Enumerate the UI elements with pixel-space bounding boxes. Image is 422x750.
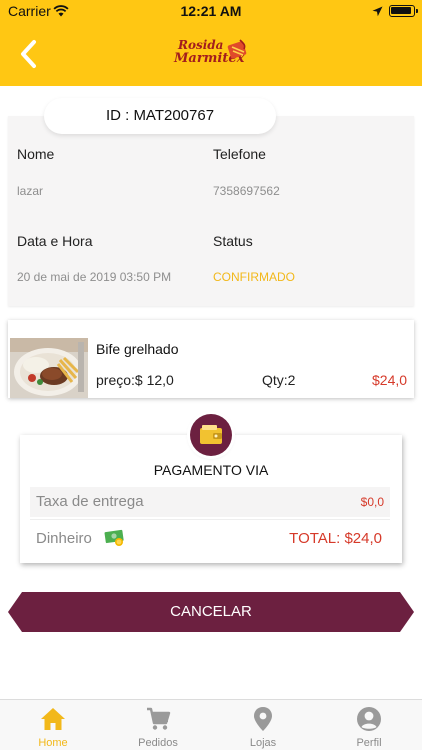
location-pin-icon: [254, 707, 272, 731]
tab-perfil-label: Perfil: [356, 737, 382, 749]
name-label: Nome: [17, 146, 55, 162]
user-icon: [357, 707, 381, 731]
home-icon: [41, 708, 65, 730]
item-quantity: Qty:2: [262, 372, 296, 388]
tab-lojas[interactable]: Lojas: [221, 700, 305, 750]
battery-icon: [389, 5, 418, 17]
logo-text-line1: Rosida: [178, 38, 224, 52]
order-id: ID : MAT200767: [44, 98, 276, 134]
tab-lojas-label: Lojas: [249, 737, 277, 749]
cart-icon: [147, 707, 171, 730]
tab-perfil[interactable]: Perfil: [327, 700, 411, 750]
name-value: lazar: [17, 184, 44, 198]
location-arrow-icon: [372, 4, 383, 22]
clock: 12:21 AM: [180, 3, 242, 19]
item-name: Bife grelhado: [96, 341, 179, 357]
payment-title: PAGAMENTO VIA: [153, 462, 269, 478]
datetime-value: 20 de mai de 2019 03:50 PM: [17, 270, 172, 284]
payment-icon-badge: [190, 414, 232, 456]
cancel-button[interactable]: CANCELAR: [8, 592, 414, 632]
back-arrow-icon: [21, 40, 36, 68]
phone-label: Telefone: [213, 146, 266, 162]
tab-home[interactable]: Home: [11, 700, 95, 750]
item-price: preço:$ 12,0: [96, 372, 174, 388]
status-label: Status: [213, 233, 253, 249]
logo-flame-icon: [227, 39, 247, 59]
phone-value: 7358697562: [213, 184, 280, 198]
order-total: TOTAL: $24,0: [289, 530, 382, 547]
steak-plate-photo: [10, 338, 88, 398]
datetime-label: Data e Hora: [17, 233, 93, 249]
delivery-fee-row: Taxa de entrega $0,0: [30, 487, 390, 517]
item-image: [10, 338, 88, 398]
back-button[interactable]: [14, 36, 46, 72]
order-info-card: Nome lazar Telefone 7358697562 Data e Ho…: [8, 116, 414, 306]
payment-method-row: Dinheiro TOTAL: $24,0: [30, 519, 390, 557]
tab-pedidos-label: Pedidos: [138, 737, 178, 749]
tab-home-label: Home: [38, 737, 68, 749]
tab-bar: Home Pedidos Lojas Perfil: [0, 699, 422, 750]
payment-method-label: Dinheiro: [36, 530, 92, 547]
brand-logo: Rosida Marmitex: [170, 36, 260, 76]
delivery-fee-value: $0,0: [360, 495, 384, 509]
status-badge: CONFIRMADO: [213, 270, 295, 284]
item-total: $24,0: [372, 372, 408, 388]
cash-icon: [104, 529, 124, 546]
order-item-card: Bife grelhado preço:$ 12,0 Qty:2 $24,0: [8, 320, 414, 398]
wallet-icon: [200, 425, 222, 444]
delivery-fee-label: Taxa de entrega: [36, 493, 144, 510]
nav-bar: Rosida Marmitex: [0, 22, 422, 86]
status-bar: Carrier 12:21 AM: [0, 0, 422, 22]
tab-pedidos[interactable]: Pedidos: [116, 700, 200, 750]
